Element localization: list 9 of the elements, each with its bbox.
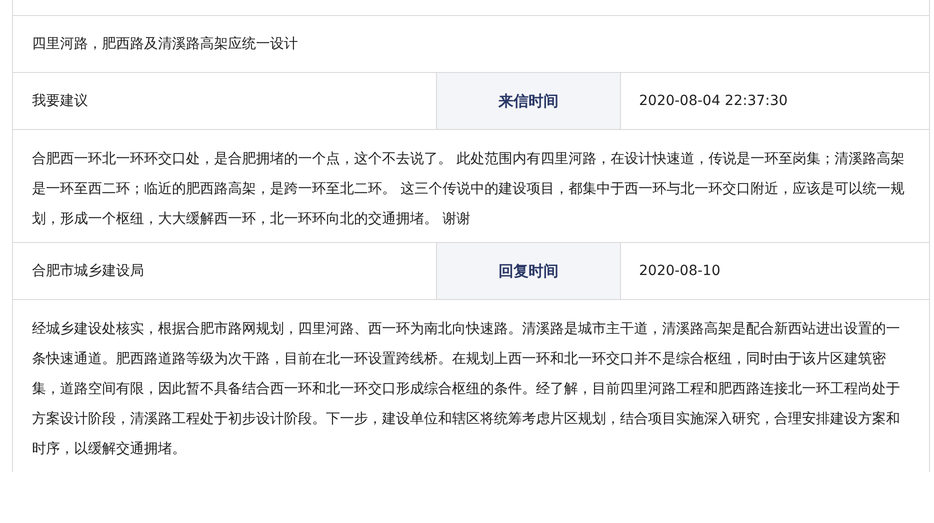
message-text: 经城乡建设处核实，根据合肥市路网规划，四里河路、西一环为南北向快速路。清溪路是城市主干道，清溪路高架是配合新西站进出设置的一条快速通道。肥西路道路等级为次干路，目前在北一环设置跨线桥。在规划上西一环和北一环交口并不是综合枢纽，同时由于该片区建筑密集，道路空间有限，因此暂不具备结合西一环和北一环交口形成综合枢纽的条件。经了解，目前四里河路工程和肥西路连接北一环工程尚处于方案设计阶段，清溪路工程处于初步设计阶段。下一步，建设单位和辖区将统筹考虑片区规划，结合项目实施深入研究，合理安排建设方案和时序，以缓解交通拥堵。 — [32, 320, 901, 459]
message-text: 合肥西一环北一环环交口处，是合肥拥堵的一个点，这个不去说了。 此处范围内有四里河路，在设计快速道，传说是一环至岗集；清溪路高架是一环至西二环；临近的肥西路高架，是跨一环至北二环。 这三个传说中的建设项目，都集中于西一环与北一环交口附近，应该是可以统一规划，形成一个枢纽，大大缓解西一环，北一环环向北的交通拥堵。 谢谢 — [32, 150, 906, 229]
time-label: 来信时间 — [437, 73, 621, 129]
time-value: 2020-08-10 — [639, 263, 720, 279]
sender-name: 合肥市城乡建设局 — [32, 262, 144, 280]
letter-title: 四里河路，肥西路及清溪路高架应统一设计 — [32, 35, 298, 53]
time-label: 回复时间 — [437, 243, 621, 299]
time-value: 2020-08-04 22:37:30 — [639, 93, 788, 109]
sender-name: 我要建议 — [32, 92, 88, 110]
